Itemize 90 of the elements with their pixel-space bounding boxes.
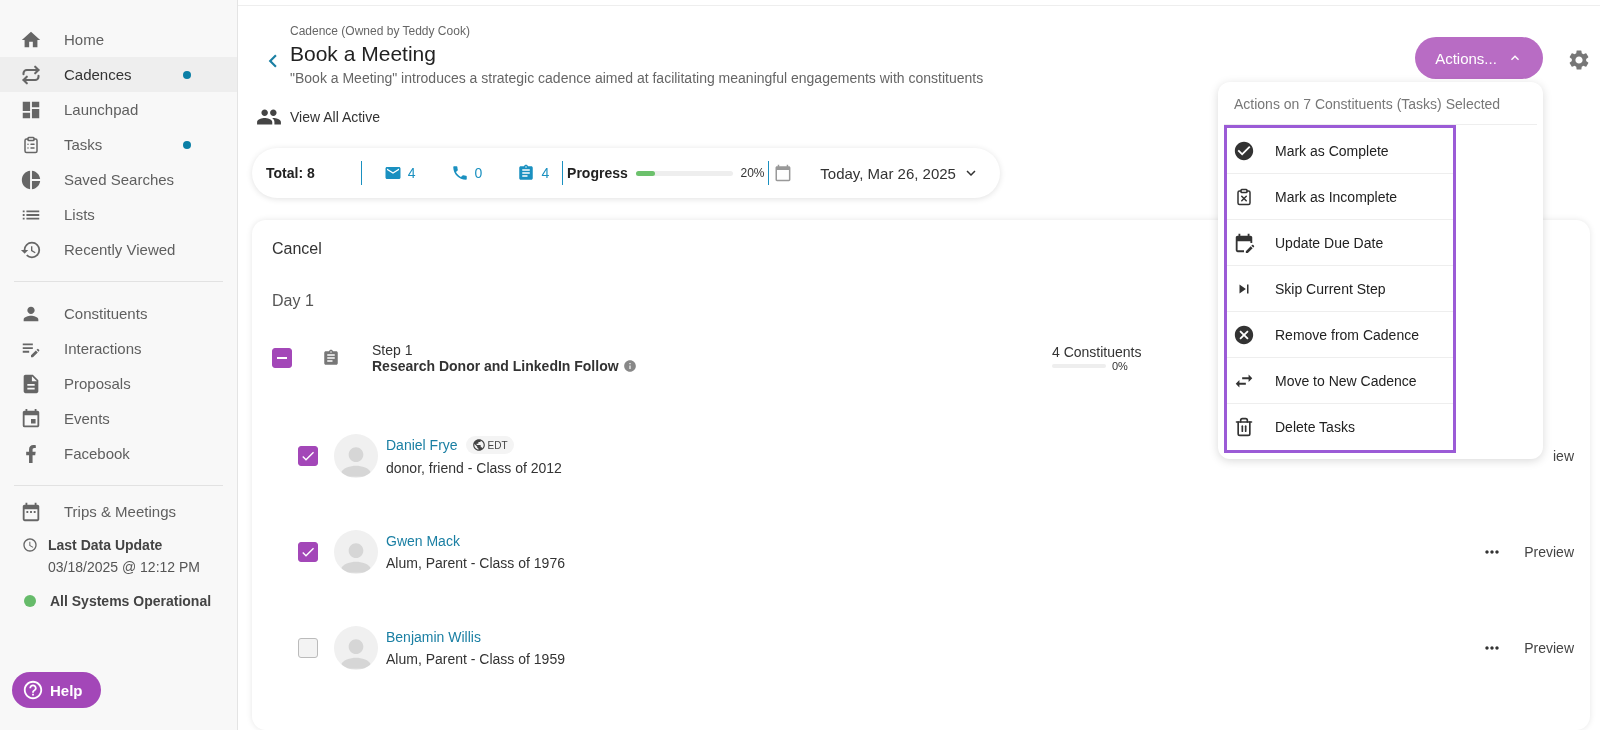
menu-item[interactable]: Mark as Incomplete (1227, 174, 1453, 220)
nav-label: Proposals (64, 375, 132, 392)
nav-item[interactable]: Recently Viewed (0, 232, 237, 267)
clock-icon (22, 537, 38, 553)
nav-label: Interactions (64, 340, 143, 357)
constituent-name[interactable]: Daniel Frye (386, 437, 458, 453)
nav-label: Constituents (64, 305, 149, 322)
avatar (334, 626, 378, 670)
nav-label: Tasks (64, 136, 104, 153)
status-text: All Systems Operational (50, 592, 212, 611)
checkbox[interactable] (298, 446, 318, 466)
description: "Book a Meeting" introduces a strategic cadence aimed at facilitating meaningful engagements with constituents (290, 70, 984, 86)
calendar-icon (20, 500, 42, 522)
avatar (334, 434, 378, 478)
step-number: Step 1 (372, 342, 414, 358)
timezone-badge: EDT (465, 436, 514, 454)
nav-label: Facebook (64, 445, 131, 462)
task-icon (517, 164, 536, 182)
constituent-detail: Alum, Parent - Class of 1976 (386, 555, 565, 571)
nav-label: Trips & Meetings (64, 503, 177, 520)
page-title: Book a Meeting (290, 42, 437, 66)
settings-icon[interactable] (1567, 48, 1591, 72)
nav-label: Cadences (64, 66, 133, 83)
help-button[interactable]: Help (12, 672, 101, 708)
constituent-name[interactable]: Gwen Mack (386, 533, 460, 549)
email-count: 4 (383, 164, 429, 182)
checkbox[interactable] (272, 348, 292, 368)
cadence-icon (20, 63, 42, 86)
call-count: 0 (450, 164, 496, 182)
menu-item[interactable]: Remove from Cadence (1227, 312, 1453, 358)
globe-icon (471, 438, 486, 452)
actions-button[interactable]: Actions... (1415, 37, 1543, 79)
trash-icon (1233, 417, 1255, 437)
nav-item[interactable]: Home (0, 22, 237, 57)
nav-label: Recently Viewed (64, 241, 177, 258)
constituent-count: 4 Constituents (1052, 344, 1142, 360)
nav-item[interactable]: Tasks (0, 127, 237, 162)
nav-item[interactable]: Cadences (0, 57, 237, 92)
calendar-edit-icon (1233, 231, 1255, 254)
nav-item[interactable]: Facebook (0, 436, 237, 471)
nav-label: Lists (64, 206, 96, 223)
view-all-link[interactable]: View All Active (256, 104, 380, 130)
constituent-detail: Alum, Parent - Class of 1959 (386, 651, 565, 667)
day-label: Day 1 (272, 292, 314, 310)
nav-item[interactable]: Interactions (0, 331, 237, 366)
task-icon (322, 349, 340, 367)
help-icon (22, 679, 44, 701)
email-icon (383, 164, 402, 182)
nav-item[interactable]: Events (0, 401, 237, 436)
update-time: 03/18/2025 @ 12:12 PM (48, 558, 200, 577)
step-title: Research Donor and LinkedIn Follow (372, 358, 842, 374)
progress-percent: 20% (740, 166, 765, 180)
calendar-icon (774, 163, 793, 183)
menu-item[interactable]: Move to New Cadence (1227, 358, 1453, 404)
menu-item[interactable]: Skip Current Step (1227, 266, 1453, 312)
constituent-detail: donor, friend - Class of 2012 (386, 460, 562, 476)
progress-label: Progress (567, 165, 628, 181)
pie-chart-icon (20, 168, 42, 191)
checkbox[interactable] (298, 638, 318, 658)
update-title: Last Data Update (48, 536, 164, 555)
menu-item[interactable]: Update Due Date (1227, 220, 1453, 266)
nav-item[interactable]: Trips & Meetings (0, 500, 237, 522)
menu-item[interactable]: Mark as Complete (1227, 128, 1453, 174)
nav-label: Saved Searches (64, 171, 176, 188)
owner-text: Cadence (Owned by Teddy Cook) (290, 24, 471, 38)
minus-icon (277, 357, 287, 359)
task-count: 4 (517, 164, 563, 182)
checkbox[interactable] (298, 542, 318, 562)
nav-item[interactable]: Lists (0, 197, 237, 232)
nav-label: Home (64, 31, 105, 48)
cancel-button[interactable]: Cancel (272, 240, 322, 258)
total-count: Total: 8 (266, 165, 316, 181)
nav-label: Events (64, 410, 111, 427)
calendar-icon (20, 407, 42, 430)
nav-label: Launchpad (64, 101, 140, 118)
avatar (334, 530, 378, 574)
step-percent: 0% (1112, 360, 1128, 372)
constituent-name[interactable]: Benjamin Willis (386, 629, 481, 645)
preview-link[interactable]: iew (1553, 448, 1574, 464)
menu-header: Actions on 7 Constituents (Tasks) Selected (1224, 82, 1537, 125)
nav-item[interactable]: Proposals (0, 366, 237, 401)
date-selector[interactable]: Today, Mar 26, 2025 (814, 163, 986, 183)
nav-item[interactable]: Saved Searches (0, 162, 237, 197)
nav-item[interactable]: Constituents (0, 296, 237, 331)
info-icon (622, 359, 637, 373)
preview-link[interactable]: Preview (1524, 640, 1574, 656)
menu-item[interactable]: Delete Tasks (1227, 404, 1453, 450)
phone-icon (450, 164, 469, 182)
nav-item[interactable]: Launchpad (0, 92, 237, 127)
preview-link[interactable]: Preview (1524, 544, 1574, 560)
